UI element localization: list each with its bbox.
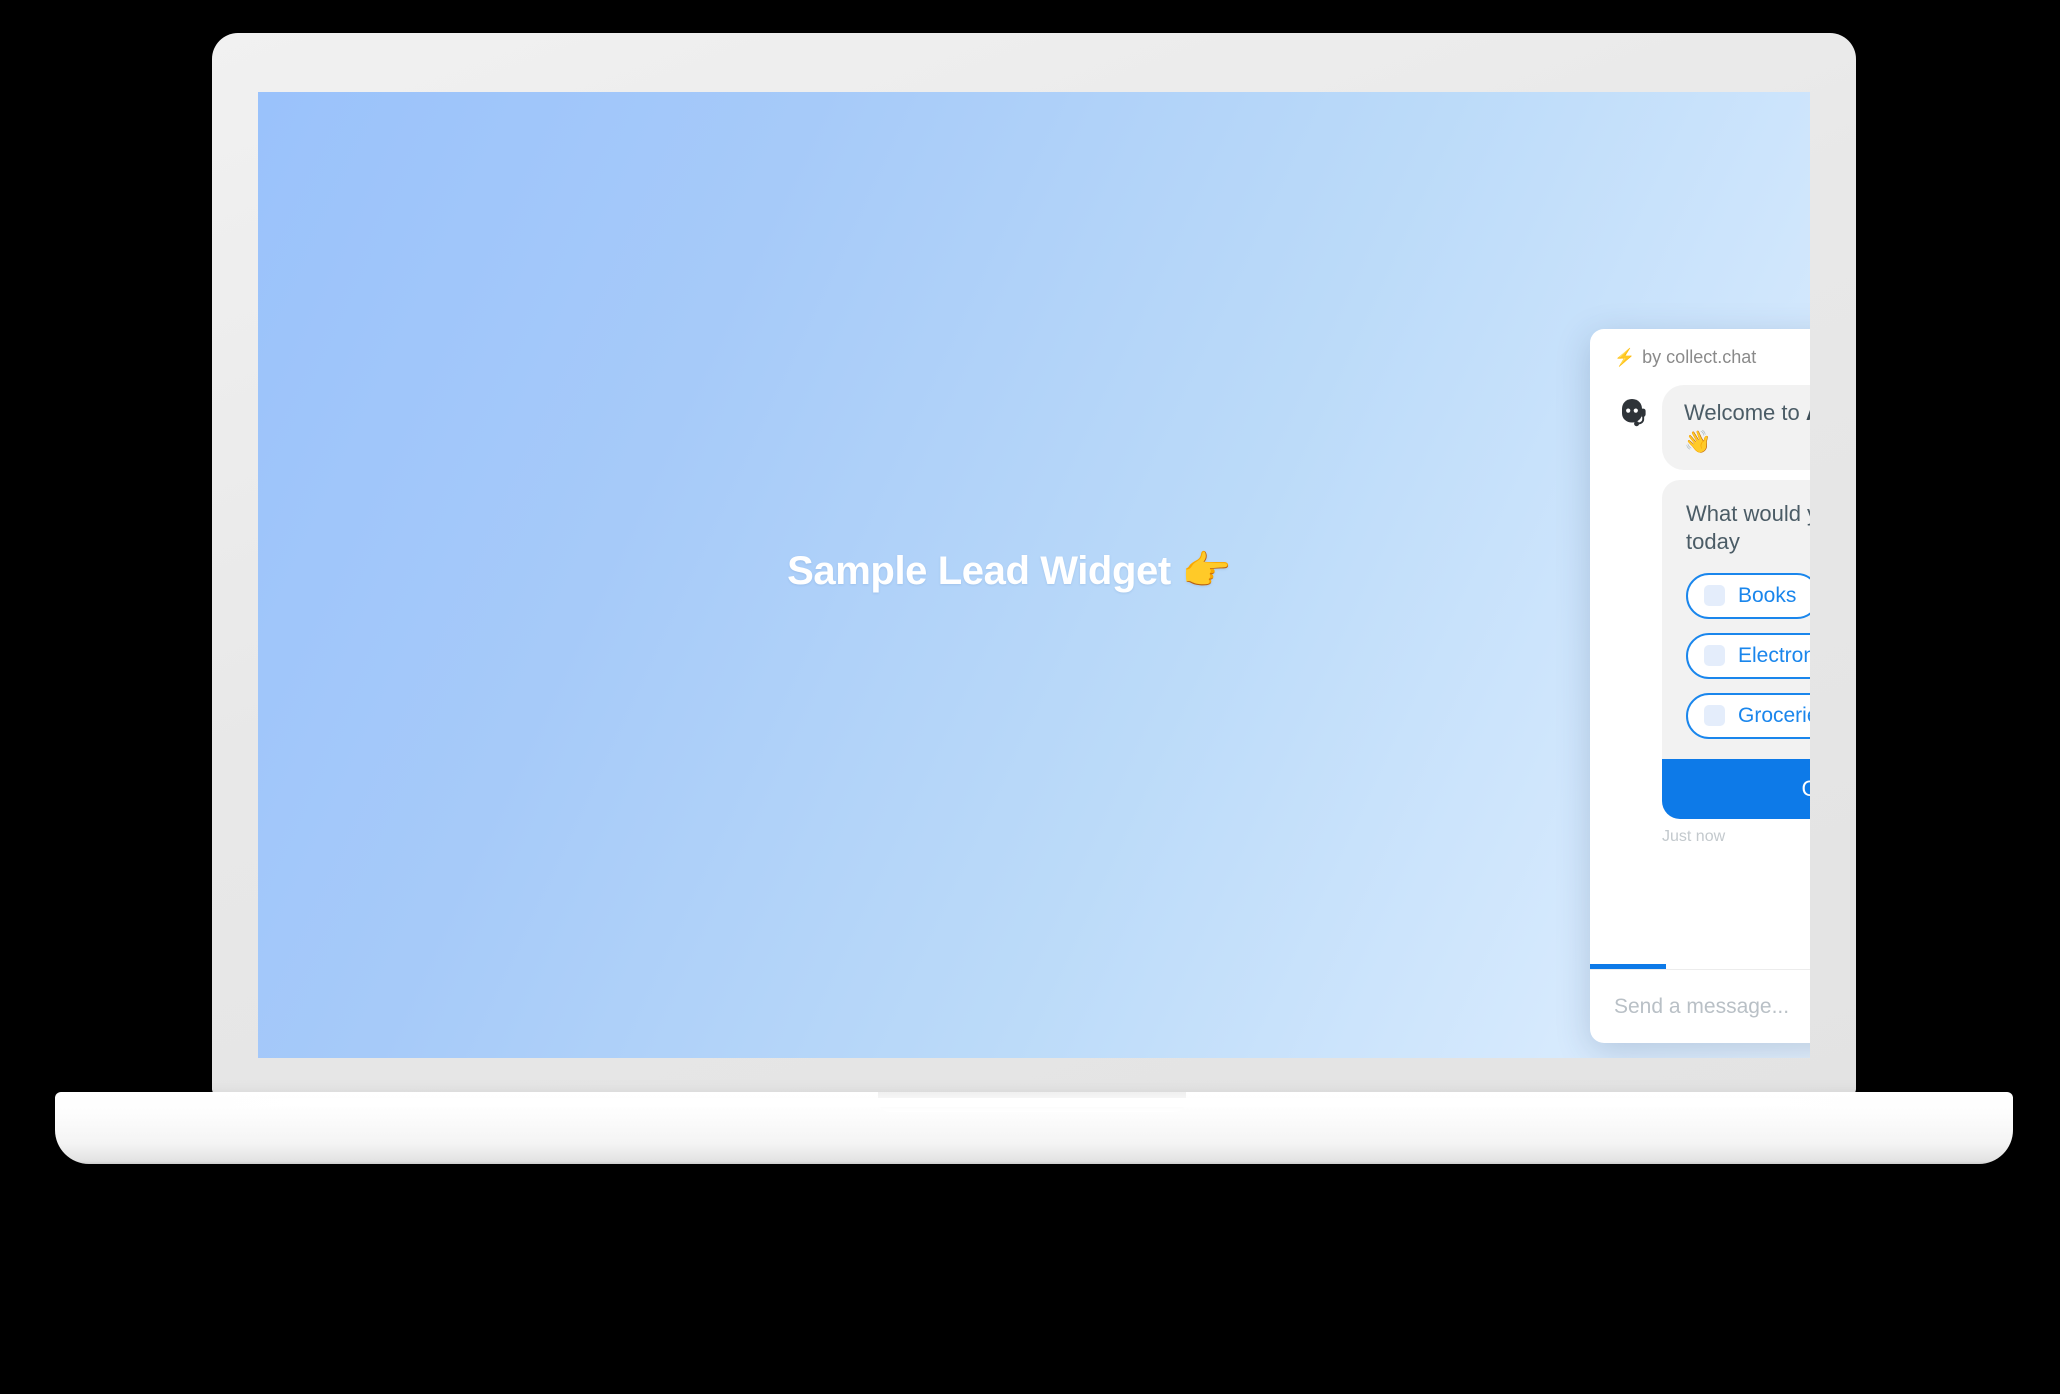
checkbox-icon[interactable] <box>1704 705 1725 726</box>
support-agent-avatar-icon <box>1622 399 1646 427</box>
message-text-prefix: Welcome to <box>1684 400 1806 425</box>
checkbox-icon[interactable] <box>1704 645 1725 666</box>
progress-bar-fill <box>1590 964 1667 969</box>
question-prompt: What would you like to order today <box>1686 501 1810 555</box>
option-label: Groceries <box>1738 703 1810 727</box>
option-label: Books <box>1738 583 1797 607</box>
progress-bar-track <box>1590 964 1810 969</box>
message-text-strong: Awesome site <box>1806 400 1810 425</box>
laptop-mockup: Sample Lead Widget 👉 ⚡ by collect.chat W… <box>0 0 2060 1394</box>
chat-message-list: Welcome to Awesome site 👋 What would you… <box>1590 385 1810 964</box>
option-books[interactable]: Books <box>1686 572 1810 619</box>
bot-message-bubble: Welcome to Awesome site 👋 <box>1662 385 1810 471</box>
laptop-screen: Sample Lead Widget 👉 ⚡ by collect.chat W… <box>258 92 1810 1058</box>
message-input[interactable] <box>1614 994 1810 1019</box>
checkbox-icon[interactable] <box>1704 585 1725 606</box>
question-card: What would you like to order today Books… <box>1662 480 1810 819</box>
option-label: Electronics <box>1738 643 1810 667</box>
message-text-suffix: 👋 <box>1684 428 1712 454</box>
lightning-bolt-icon: ⚡ <box>1614 347 1636 367</box>
bot-message-row: Welcome to Awesome site 👋 <box>1614 385 1810 471</box>
page-title: Sample Lead Widget 👉 <box>787 548 1231 593</box>
options-list: Books Electronics Groceries <box>1662 561 1810 759</box>
option-groceries[interactable]: Groceries <box>1686 692 1810 739</box>
confirm-button[interactable]: Confirm <box>1662 758 1810 819</box>
message-timestamp: Just now <box>1662 827 1726 845</box>
message-composer: Send <box>1590 969 1810 1043</box>
laptop-base-highlight <box>120 1098 1950 1107</box>
chat-widget-panel: ⚡ by collect.chat Welcome to 👋 What woul… <box>1590 329 1810 1043</box>
avatar <box>1614 395 1650 431</box>
brand-label: by collect.chat <box>1642 346 1757 367</box>
chat-widget-header: ⚡ by collect.chat <box>1590 329 1810 385</box>
option-electronics[interactable]: Electronics <box>1686 632 1810 679</box>
